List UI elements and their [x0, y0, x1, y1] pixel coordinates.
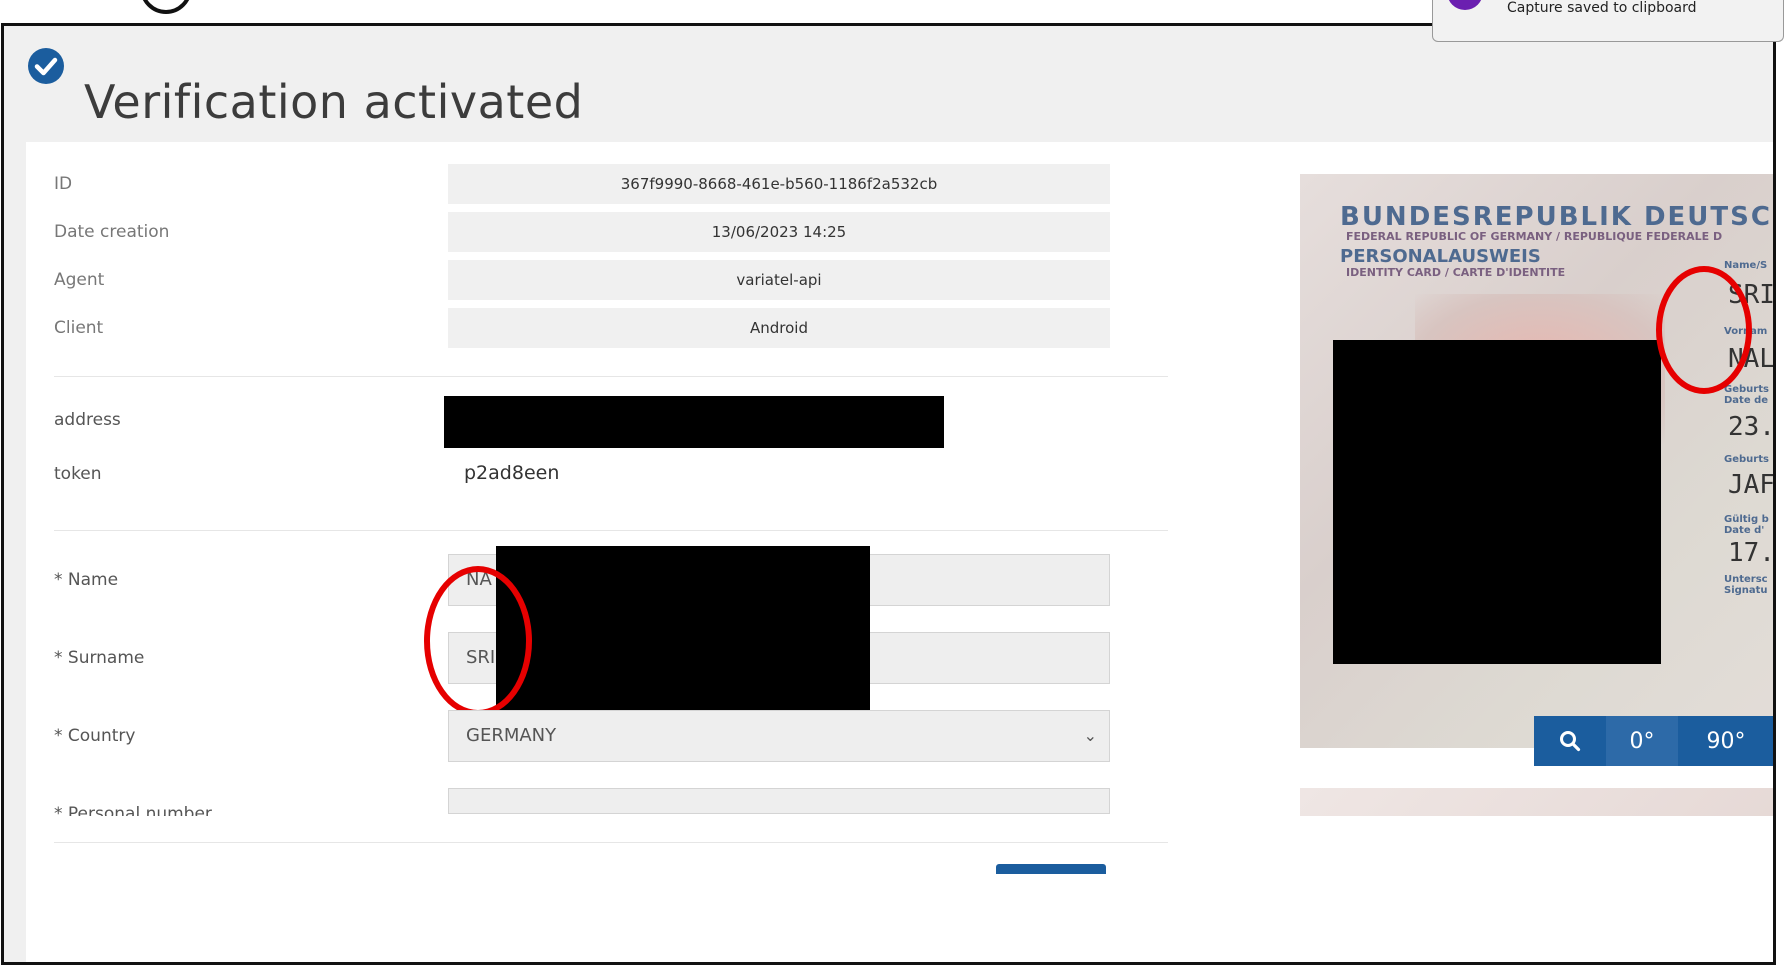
client-value: Android	[448, 308, 1110, 348]
address-redaction	[444, 396, 944, 448]
scroll-mask	[1300, 816, 1773, 846]
rotate-0-button[interactable]: 0°	[1606, 716, 1678, 766]
id-card-country: BUNDESREPUBLIK DEUTSCH	[1340, 202, 1776, 232]
country-value: GERMANY	[466, 725, 557, 746]
app-icon	[1447, 0, 1483, 10]
divider	[54, 842, 1168, 843]
id-card-country-sub: FEDERAL REPUBLIC OF GERMANY / REPUBLIQUE…	[1346, 230, 1723, 243]
zoom-button[interactable]	[1534, 716, 1606, 766]
page-title: Verification activated	[84, 74, 584, 129]
toast-message: Capture saved to clipboard	[1507, 0, 1697, 16]
name-redaction	[496, 546, 870, 716]
id-field-label: Name/S	[1724, 260, 1768, 271]
verification-card: ID 367f9990-8668-461e-b560-1186f2a532cb …	[26, 142, 1776, 962]
surname-label: * Surname	[54, 648, 145, 668]
id-field-value: JAF	[1728, 470, 1775, 500]
id-card-image[interactable]: BUNDESREPUBLIK DEUTSCH FEDERAL REPUBLIC …	[1300, 174, 1776, 748]
date-creation-value: 13/06/2023 14:25	[448, 212, 1110, 252]
submit-button[interactable]	[996, 864, 1106, 874]
divider	[54, 530, 1168, 531]
id-card-type: PERSONALAUSWEIS	[1340, 246, 1541, 267]
id-field-label: Geburts	[1724, 454, 1769, 465]
id-field-value: 17.	[1728, 538, 1775, 568]
notification-toast[interactable]: Capture saved to clipboard	[1432, 0, 1784, 42]
country-select[interactable]: GERMANY ⌄	[448, 710, 1110, 762]
check-circle-icon	[28, 48, 64, 84]
agent-value: variatel-api	[448, 260, 1110, 300]
page-header: Verification activated	[4, 26, 1773, 142]
token-label: token	[54, 464, 102, 484]
annotation-circle-fragment	[140, 0, 192, 14]
highlight-circle	[1656, 266, 1752, 394]
captured-window: Verification activated ID 367f9990-8668-…	[1, 23, 1776, 965]
chevron-down-icon: ⌄	[1083, 726, 1097, 745]
divider	[54, 376, 1168, 377]
id-field-label: Gültig b Date d'	[1724, 514, 1769, 536]
token-value: p2ad8een	[464, 462, 560, 484]
id-label: ID	[54, 174, 73, 194]
name-label: * Name	[54, 570, 119, 590]
date-creation-label: Date creation	[54, 222, 170, 242]
agent-label: Agent	[54, 270, 105, 290]
country-label: * Country	[54, 726, 136, 746]
highlight-circle	[424, 566, 532, 716]
client-label: Client	[54, 318, 104, 338]
magnifier-icon	[1560, 731, 1581, 752]
id-card-back-image[interactable]	[1300, 788, 1773, 816]
image-rotate-toolbar: 0° 90°	[1534, 716, 1773, 766]
personal-number-input[interactable]	[448, 788, 1110, 814]
rotate-90-button[interactable]: 90°	[1678, 716, 1773, 766]
photo-redaction	[1333, 340, 1661, 664]
id-field-value: 23.	[1728, 412, 1775, 442]
id-field-label: Geburts Date de	[1724, 384, 1769, 406]
address-label: address	[54, 410, 121, 430]
id-value: 367f9990-8668-461e-b560-1186f2a532cb	[448, 164, 1110, 204]
id-field-label: Untersc Signatu	[1724, 574, 1768, 596]
id-card-type-sub: IDENTITY CARD / CARTE D'IDENTITE	[1346, 266, 1566, 279]
